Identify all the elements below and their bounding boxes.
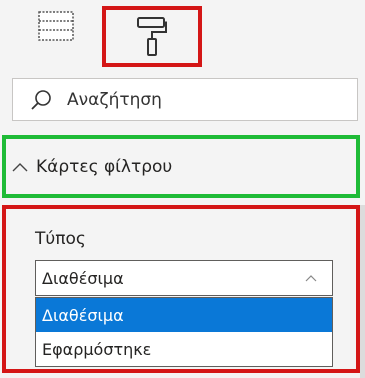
section-title: Κάρτες φίλτρου xyxy=(36,156,173,177)
filter-cards-section-header[interactable]: Κάρτες φίλτρου xyxy=(2,135,360,198)
option-available[interactable]: Διαθέσιμα xyxy=(36,298,332,332)
option-applied[interactable]: Εφαρμόστηκε xyxy=(36,332,332,366)
scroll-track xyxy=(360,205,365,378)
type-dropdown-options: Διαθέσιμα Εφαρμόστηκε xyxy=(35,297,333,367)
search-input[interactable] xyxy=(65,88,349,111)
fields-tab-button[interactable] xyxy=(36,6,76,46)
paint-roller-icon xyxy=(137,16,167,56)
type-dropdown-value: Διαθέσιμα xyxy=(42,268,124,288)
pane-tab-bar xyxy=(0,0,365,70)
search-box[interactable] xyxy=(12,78,358,121)
table-icon xyxy=(38,11,74,41)
format-tab-button[interactable] xyxy=(102,6,202,67)
type-dropdown[interactable]: Διαθέσιμα xyxy=(35,260,333,296)
type-label: Τύπος xyxy=(35,229,86,249)
chevron-up-icon xyxy=(302,269,320,287)
search-icon xyxy=(29,88,53,112)
chevron-up-icon xyxy=(10,157,30,177)
